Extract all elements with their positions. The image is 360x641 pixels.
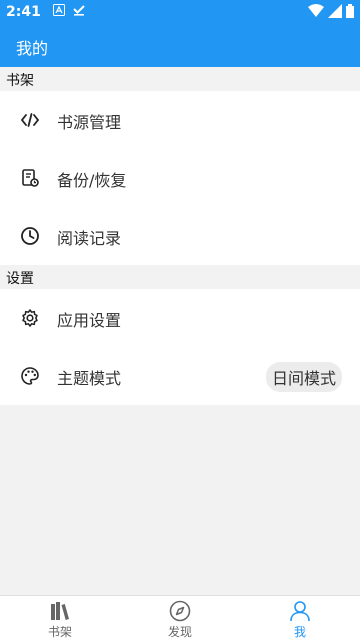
books-icon bbox=[49, 600, 71, 622]
backup-restore-icon bbox=[20, 168, 40, 188]
bottom-nav: 书架 发现 我 bbox=[0, 595, 360, 641]
menu-item-label: 书源管理 bbox=[57, 113, 122, 132]
nav-label: 发现 bbox=[167, 625, 192, 639]
battery-icon bbox=[346, 4, 354, 22]
nav-label: 书架 bbox=[47, 625, 72, 639]
status-time: 2:41 bbox=[6, 4, 41, 20]
bookshelf-card: 书源管理 备份/恢复 阅读记录 bbox=[0, 91, 360, 265]
gear-icon bbox=[20, 308, 40, 328]
section-header-bookshelf: 书架 bbox=[0, 67, 360, 91]
menu-item-label: 应用设置 bbox=[57, 311, 122, 330]
menu-item-app-settings[interactable]: 应用设置 bbox=[0, 289, 360, 347]
status-bar: 2:41 bbox=[0, 0, 360, 24]
page-title: 我的 bbox=[16, 39, 49, 58]
menu-item-label: 备份/恢复 bbox=[57, 171, 127, 190]
compass-icon bbox=[169, 600, 191, 622]
menu-item-label: 阅读记录 bbox=[57, 229, 122, 248]
settings-card: 应用设置 主题模式 日间模式 bbox=[0, 289, 360, 405]
menu-item-theme-mode[interactable]: 主题模式 日间模式 bbox=[0, 347, 360, 405]
menu-item-source-management[interactable]: 书源管理 bbox=[0, 91, 360, 149]
palette-icon bbox=[20, 366, 40, 386]
code-icon bbox=[20, 110, 40, 130]
nav-item-discover[interactable]: 发现 bbox=[120, 596, 240, 641]
section-header-label: 书架 bbox=[6, 73, 34, 89]
person-icon bbox=[289, 600, 311, 622]
nav-item-bookshelf[interactable]: 书架 bbox=[0, 596, 120, 641]
menu-item-reading-history[interactable]: 阅读记录 bbox=[0, 207, 360, 265]
section-header-label: 设置 bbox=[6, 271, 34, 287]
app-bar: 我的 bbox=[0, 24, 360, 67]
clock-icon bbox=[20, 226, 40, 246]
theme-mode-value[interactable]: 日间模式 bbox=[265, 362, 342, 392]
menu-item-label: 主题模式 bbox=[57, 369, 122, 388]
menu-item-backup-restore[interactable]: 备份/恢复 bbox=[0, 149, 360, 207]
signal-icon bbox=[328, 4, 342, 22]
section-header-settings: 设置 bbox=[0, 265, 360, 289]
checkmark-download-icon bbox=[73, 4, 85, 20]
notification-a-icon bbox=[52, 4, 65, 20]
nav-item-me[interactable]: 我 bbox=[240, 596, 360, 641]
nav-label: 我 bbox=[293, 625, 306, 639]
wifi-icon bbox=[308, 4, 324, 22]
